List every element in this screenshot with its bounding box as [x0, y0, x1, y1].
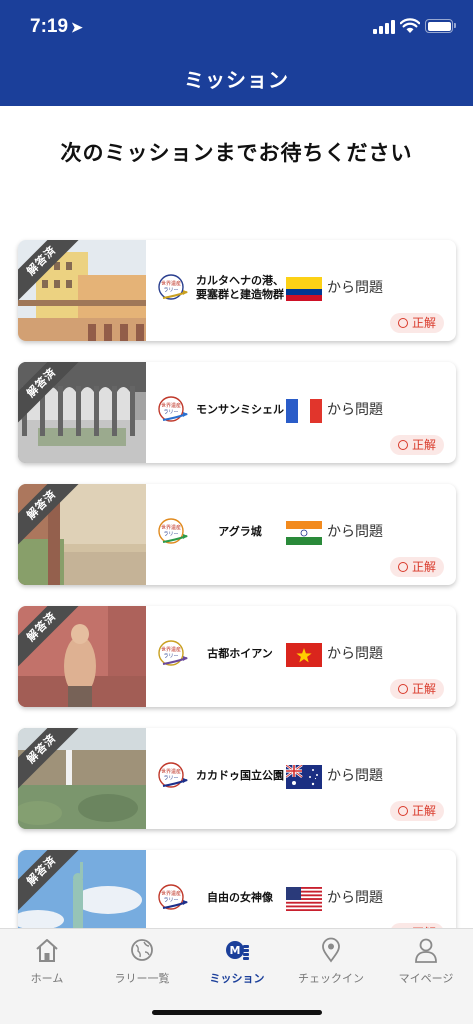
mission-site-name: アグラ城 — [218, 524, 262, 538]
mission-card[interactable]: 解答済 世界遺産 ラリー カルタヘナの港、要塞群と建造物群 から問題 正解 — [18, 240, 456, 341]
svg-text:世界遺産: 世界遺産 — [161, 524, 181, 531]
mission-card[interactable]: 解答済 世界遺産 ラリー モンサンミシェル から問題 正解 — [18, 362, 456, 463]
mission-photo: 解答済 — [18, 728, 146, 829]
circle-correct-icon — [398, 806, 408, 816]
from-question-label: から問題 — [327, 646, 383, 662]
circle-correct-icon — [398, 684, 408, 694]
svg-text:世界遺産: 世界遺産 — [161, 768, 181, 775]
mission-coins-icon: M — [226, 941, 249, 960]
mission-site-name: 古都ホイアン — [207, 646, 273, 660]
tab-rally-list[interactable]: ラリー一覧 — [95, 937, 189, 987]
from-question-label: から問題 — [327, 768, 383, 784]
svg-text:世界遺産: 世界遺産 — [161, 646, 181, 653]
mission-card[interactable]: 解答済 世界遺産 ラリー カカドゥ国立公園 から問題 正解 — [18, 728, 456, 829]
person-icon — [415, 938, 437, 963]
usa-flag-icon — [286, 887, 322, 911]
app-header: 7:19 ➤ ミッション — [0, 0, 473, 106]
mission-photo: 解答済 — [18, 362, 146, 463]
vietnam-flag-icon — [286, 643, 322, 667]
svg-text:ラリー: ラリー — [163, 288, 178, 294]
mission-photo: 解答済 — [18, 606, 146, 707]
wait-message: 次のミッションまでお待ちください — [60, 141, 413, 165]
correct-badge: 正解 — [390, 801, 444, 821]
tab-my-page[interactable]: マイページ — [379, 937, 473, 987]
svg-text:世界遺産: 世界遺産 — [161, 280, 181, 287]
world-heritage-rally-badge-icon: 世界遺産 ラリー — [158, 518, 188, 544]
circle-correct-icon — [398, 440, 408, 450]
mission-site-name: モンサンミシェル — [196, 402, 284, 416]
svg-text:世界遺産: 世界遺産 — [161, 890, 181, 897]
colombia-flag-icon — [286, 277, 322, 301]
world-heritage-rally-badge-icon: 世界遺産 ラリー — [158, 640, 188, 666]
status-bar: 7:19 ➤ — [0, 0, 473, 54]
tab-check-in[interactable]: チェックイン — [284, 937, 378, 987]
svg-text:ラリー: ラリー — [163, 898, 178, 904]
wifi-icon — [400, 18, 420, 33]
correct-badge: 正解 — [390, 313, 444, 333]
cellular-signal-icon — [373, 20, 395, 34]
france-flag-icon — [286, 399, 322, 423]
correct-badge: 正解 — [390, 435, 444, 455]
svg-text:世界遺産: 世界遺産 — [161, 402, 181, 409]
india-flag-icon — [286, 521, 322, 545]
svg-text:M: M — [230, 944, 241, 957]
svg-text:ラリー: ラリー — [163, 654, 178, 660]
world-heritage-rally-badge-icon: 世界遺産 ラリー — [158, 274, 188, 300]
home-icon — [36, 939, 58, 962]
mission-card[interactable]: 解答済 世界遺産 ラリー 古都ホイアン から問題 正解 — [18, 606, 456, 707]
from-question-label: から問題 — [327, 402, 383, 418]
svg-text:ラリー: ラリー — [163, 532, 178, 538]
page-title: ミッション — [184, 68, 289, 92]
svg-text:ラリー: ラリー — [163, 776, 178, 782]
tab-mission[interactable]: M ミッション — [190, 937, 284, 987]
from-question-label: から問題 — [327, 890, 383, 906]
from-question-label: から問題 — [327, 524, 383, 540]
home-indicator[interactable] — [152, 1010, 322, 1015]
globe-icon — [131, 939, 153, 961]
battery-icon — [425, 19, 456, 33]
correct-badge: 正解 — [390, 557, 444, 577]
location-pin-icon — [322, 937, 340, 963]
mission-site-name: カカドゥ国立公園 — [196, 768, 284, 782]
mission-site-name: カルタヘナの港、要塞群と建造物群 — [196, 273, 284, 301]
world-heritage-rally-badge-icon: 世界遺産 ラリー — [158, 884, 188, 910]
correct-badge: 正解 — [390, 679, 444, 699]
mission-card[interactable]: 解答済 世界遺産 ラリー アグラ城 から問題 正解 — [18, 484, 456, 585]
mission-site-name: 自由の女神像 — [207, 890, 273, 904]
from-question-label: から問題 — [327, 280, 383, 296]
circle-correct-icon — [398, 562, 408, 572]
world-heritage-rally-badge-icon: 世界遺産 ラリー — [158, 396, 188, 422]
mission-photo: 解答済 — [18, 484, 146, 585]
world-heritage-rally-badge-icon: 世界遺産 ラリー — [158, 762, 188, 788]
tab-home[interactable]: ホーム — [0, 937, 94, 987]
mission-photo: 解答済 — [18, 240, 146, 341]
circle-correct-icon — [398, 318, 408, 328]
svg-text:ラリー: ラリー — [163, 410, 178, 416]
australia-flag-icon — [286, 765, 322, 789]
location-arrow-icon: ➤ — [71, 19, 83, 35]
status-time: 7:19 ➤ — [30, 16, 83, 37]
